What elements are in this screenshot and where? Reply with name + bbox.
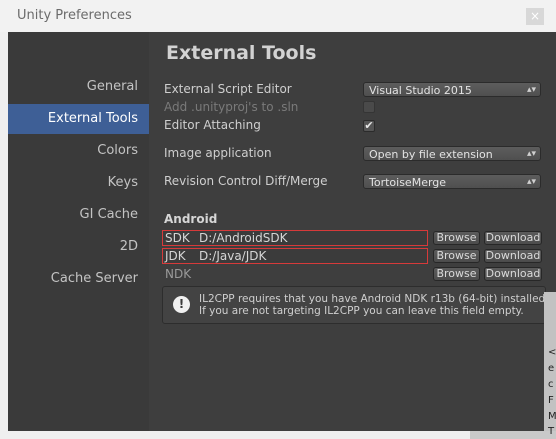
window-frame-bottom [0, 431, 470, 439]
add-unityproj-label: Add .unityproj's to .sln [164, 100, 299, 114]
ndk-download-button[interactable]: Download [484, 267, 542, 281]
image-application-label: Image application [164, 146, 272, 160]
jdk-download-button[interactable]: Download [484, 249, 542, 263]
ndk-help-text: IL2CPP requires that you have Android ND… [199, 293, 549, 317]
revision-control-dropdown[interactable]: TortoiseMerge ▴▾ [363, 174, 541, 189]
sdk-download-button[interactable]: Download [484, 231, 542, 245]
sidebar-item-external-tools[interactable]: External Tools [8, 104, 149, 134]
editor-attaching-label: Editor Attaching [164, 118, 261, 132]
preferences-sidebar: General External Tools Colors Keys GI Ca… [8, 32, 149, 431]
background-editor-text: < [548, 347, 556, 358]
sidebar-item-colors[interactable]: Colors [8, 136, 149, 166]
background-editor-strip [470, 431, 556, 439]
dropdown-arrow-icon: ▴▾ [526, 149, 536, 159]
background-editor-text: M [548, 411, 556, 422]
warning-icon: ! [173, 296, 190, 313]
dropdown-arrow-icon: ▴▾ [526, 177, 536, 187]
close-button[interactable]: × [526, 8, 544, 25]
sidebar-item-2d[interactable]: 2D [8, 232, 149, 262]
jdk-path-field[interactable]: JDK D:/Java/JDK [162, 248, 428, 264]
sidebar-item-keys[interactable]: Keys [8, 168, 149, 198]
background-editor-text: c [548, 379, 554, 390]
script-editor-label: External Script Editor [164, 82, 292, 96]
ndk-help-box: ! IL2CPP requires that you have Android … [162, 286, 549, 324]
jdk-label: JDK [165, 249, 186, 263]
editor-attaching-checkbox[interactable]: ✔ [363, 120, 375, 132]
background-editor-text: F [548, 395, 554, 406]
jdk-browse-button[interactable]: Browse [433, 249, 480, 263]
revision-control-label: Revision Control Diff/Merge [164, 174, 328, 188]
sdk-path-field[interactable]: SDK D:/AndroidSDK [162, 230, 428, 246]
dropdown-arrow-icon: ▴▾ [526, 85, 536, 95]
ndk-browse-button[interactable]: Browse [433, 267, 480, 281]
sdk-path-value: D:/AndroidSDK [199, 231, 288, 245]
sdk-browse-button[interactable]: Browse [433, 231, 480, 245]
help-line-2: If you are not targeting IL2CPP you can … [199, 305, 524, 317]
background-editor-text: e [548, 363, 555, 374]
image-application-value: Open by file extension [369, 148, 493, 161]
window-frame-left [0, 32, 8, 439]
script-editor-value: Visual Studio 2015 [369, 84, 472, 97]
script-editor-dropdown[interactable]: Visual Studio 2015 ▴▾ [363, 82, 541, 97]
sidebar-item-gi-cache[interactable]: GI Cache [8, 200, 149, 230]
add-unityproj-checkbox[interactable] [363, 101, 375, 113]
sidebar-item-cache-server[interactable]: Cache Server [8, 264, 149, 294]
background-editor-text: T [548, 426, 555, 437]
window-titlebar: Unity Preferences [0, 0, 556, 32]
window-title: Unity Preferences [17, 8, 132, 23]
page-title: External Tools [166, 42, 317, 64]
help-line-1: IL2CPP requires that you have Android ND… [199, 293, 549, 305]
ndk-path-field[interactable]: NDK [162, 266, 428, 282]
jdk-path-value: D:/Java/JDK [199, 249, 267, 263]
revision-control-value: TortoiseMerge [369, 176, 447, 189]
image-application-dropdown[interactable]: Open by file extension ▴▾ [363, 146, 541, 161]
sdk-label: SDK [165, 231, 190, 245]
ndk-label: NDK [165, 267, 192, 281]
sidebar-item-general[interactable]: General [8, 72, 149, 102]
android-section-heading: Android [164, 212, 218, 226]
